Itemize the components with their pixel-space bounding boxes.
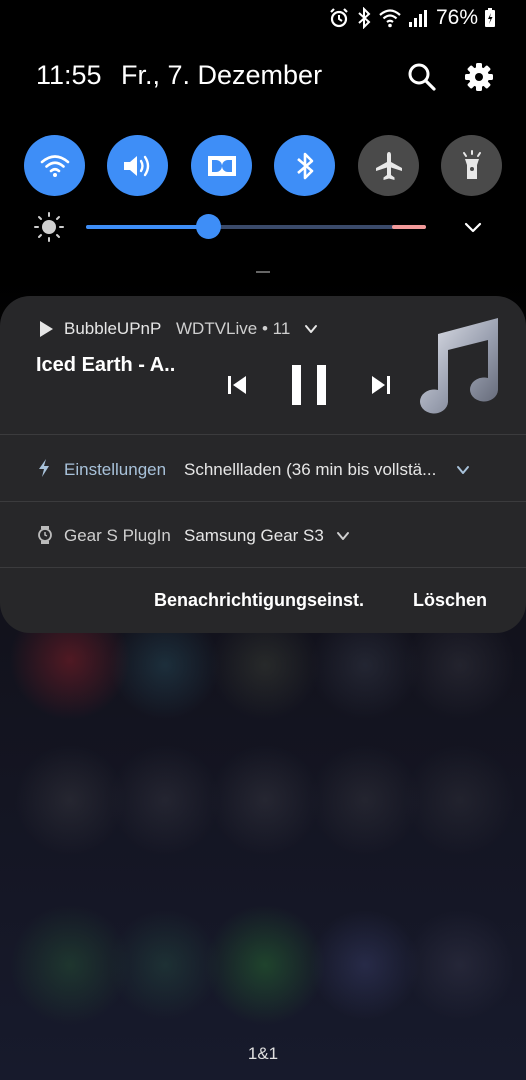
brightness-icon bbox=[32, 210, 66, 244]
chevron-down-icon bbox=[464, 222, 482, 233]
clock[interactable]: 11:55 bbox=[36, 60, 102, 91]
charging-status-text[interactable]: Schnellladen (36 min bis vollstä... bbox=[184, 460, 436, 480]
signal-icon bbox=[408, 10, 427, 27]
media-device-info: WDTVLive • 11 bbox=[176, 319, 291, 338]
gear-status-text[interactable]: Samsung Gear S3 bbox=[184, 526, 324, 546]
skip-next-icon bbox=[372, 376, 390, 394]
notification-settings-button[interactable]: Benachrichtigungseinst. bbox=[154, 590, 364, 611]
chevron-down-icon bbox=[305, 325, 317, 333]
charging-expand-button[interactable] bbox=[456, 463, 470, 477]
brightness-max-indicator bbox=[392, 225, 426, 229]
search-icon bbox=[408, 63, 436, 91]
battery-percent: 76% bbox=[435, 6, 478, 29]
search-button[interactable] bbox=[405, 60, 439, 94]
airplane-mode-toggle[interactable] bbox=[358, 135, 419, 196]
airplane-icon bbox=[375, 151, 402, 180]
expand-quick-settings-button[interactable] bbox=[460, 214, 486, 240]
gear-expand-button[interactable] bbox=[336, 529, 350, 543]
sound-icon bbox=[123, 155, 149, 176]
pause-icon bbox=[292, 365, 326, 405]
notification-divider bbox=[0, 567, 526, 568]
gear-icon bbox=[465, 63, 493, 91]
music-note-icon bbox=[420, 318, 498, 414]
wifi-icon bbox=[379, 9, 401, 28]
dolby-toggle[interactable] bbox=[191, 135, 252, 196]
bluetooth-toggle[interactable] bbox=[274, 135, 335, 196]
bluetooth-icon bbox=[358, 7, 371, 29]
skip-previous-icon bbox=[228, 376, 246, 394]
flashlight-icon bbox=[462, 149, 481, 179]
notification-divider bbox=[0, 434, 526, 435]
brightness-slider-thumb[interactable] bbox=[196, 214, 221, 239]
sound-toggle[interactable] bbox=[107, 135, 168, 196]
date[interactable]: Fr., 7. Dezember bbox=[121, 60, 322, 91]
carrier-label: 1&1 bbox=[247, 1044, 279, 1063]
play-icon bbox=[38, 320, 54, 338]
bluetooth-icon bbox=[296, 152, 313, 179]
previous-track-button[interactable] bbox=[224, 372, 250, 398]
panel-drag-handle[interactable] bbox=[256, 271, 270, 273]
settings-button[interactable] bbox=[462, 60, 496, 94]
gear-app-name: Gear S PlugIn bbox=[64, 526, 171, 545]
alarm-icon bbox=[330, 8, 348, 28]
clear-all-button[interactable]: Löschen bbox=[413, 590, 487, 611]
chevron-down-icon bbox=[337, 532, 349, 540]
flashlight-toggle[interactable] bbox=[441, 135, 502, 196]
wifi-icon bbox=[40, 154, 69, 177]
track-title[interactable]: Iced Earth - A.. bbox=[36, 354, 175, 377]
next-track-button[interactable] bbox=[368, 372, 394, 398]
charging-bolt-icon bbox=[36, 458, 52, 478]
charging-app-name: Einstellungen bbox=[64, 460, 167, 479]
brightness-level-fill bbox=[86, 225, 208, 229]
status-bar: 76% bbox=[328, 4, 496, 32]
notification-divider bbox=[0, 501, 526, 502]
watch-icon bbox=[36, 525, 54, 545]
wifi-toggle[interactable] bbox=[24, 135, 85, 196]
pause-button[interactable] bbox=[286, 362, 332, 408]
brightness-slider[interactable] bbox=[86, 225, 426, 229]
battery-icon bbox=[485, 8, 495, 27]
media-expand-button[interactable] bbox=[304, 322, 318, 336]
dolby-icon bbox=[207, 155, 236, 176]
media-app-name: BubbleUPnP bbox=[64, 319, 162, 338]
chevron-down-icon bbox=[457, 466, 469, 474]
album-art[interactable] bbox=[408, 314, 504, 414]
